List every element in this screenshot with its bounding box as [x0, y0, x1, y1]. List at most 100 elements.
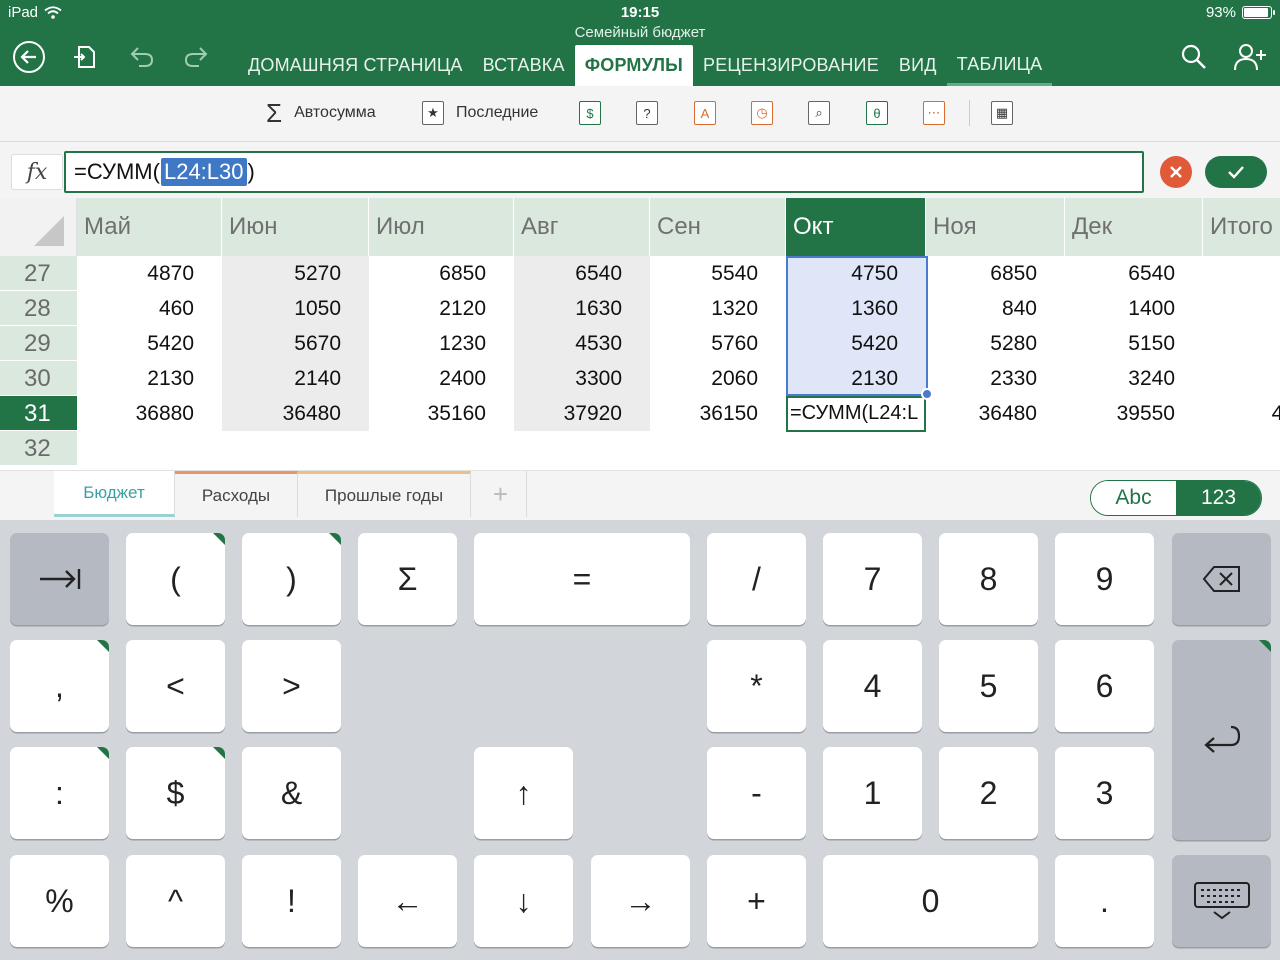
financial-functions-button[interactable]: $: [579, 98, 601, 128]
exclamation-key[interactable]: !: [242, 855, 341, 947]
row-header[interactable]: 27: [0, 256, 77, 291]
table-cell[interactable]: 4750: [786, 256, 926, 291]
column-header[interactable]: Июл: [369, 198, 514, 256]
text-functions-button[interactable]: A: [694, 98, 716, 128]
table-cell[interactable]: 460: [77, 291, 222, 326]
backspace-key[interactable]: [1172, 533, 1271, 625]
table-cell[interactable]: 6: [1203, 326, 1280, 361]
colon-key[interactable]: :: [10, 747, 109, 839]
key-9[interactable]: 9: [1055, 533, 1154, 625]
plus-key[interactable]: +: [707, 855, 806, 947]
table-cell[interactable]: 6850: [926, 256, 1065, 291]
table-cell[interactable]: 5540: [650, 256, 786, 291]
numeric-keyboard-button[interactable]: 123: [1176, 481, 1261, 515]
table-cell[interactable]: 6850: [369, 256, 514, 291]
datetime-functions-button[interactable]: ◷: [751, 98, 773, 128]
comma-key[interactable]: ,: [10, 640, 109, 732]
less-than-key[interactable]: <: [126, 640, 225, 732]
table-cell[interactable]: 5150: [1065, 326, 1203, 361]
key-7[interactable]: 7: [823, 533, 922, 625]
abc-keyboard-button[interactable]: Abc: [1091, 481, 1176, 515]
confirm-formula-button[interactable]: [1205, 156, 1267, 188]
table-cell[interactable]: 5280: [926, 326, 1065, 361]
table-cell[interactable]: 1050: [222, 291, 369, 326]
key-4[interactable]: 4: [823, 640, 922, 732]
autosum-button[interactable]: Σ Автосумма: [266, 98, 376, 128]
arrow-up-key[interactable]: ↑: [474, 747, 573, 839]
tab-4[interactable]: РЕЦЕНЗИРОВАНИЕ: [693, 45, 889, 86]
hide-keyboard-key[interactable]: [1172, 855, 1271, 947]
percent-key[interactable]: %: [10, 855, 109, 947]
table-cell[interactable]: 2130: [786, 361, 926, 396]
tab-5[interactable]: ВИД: [889, 45, 947, 86]
table-cell[interactable]: 2330: [926, 361, 1065, 396]
table-cell[interactable]: 6540: [514, 256, 650, 291]
multiply-key[interactable]: *: [707, 640, 806, 732]
sheet-tab-budget[interactable]: Бюджет: [54, 471, 175, 517]
table-cell[interactable]: 1: [1203, 291, 1280, 326]
row-header[interactable]: 28: [0, 291, 77, 326]
table-cell[interactable]: 3240: [1065, 361, 1203, 396]
dollar-key[interactable]: $: [126, 747, 225, 839]
table-cell[interactable]: 2140: [222, 361, 369, 396]
key-5[interactable]: 5: [939, 640, 1038, 732]
table-cell[interactable]: 3300: [514, 361, 650, 396]
decimal-key[interactable]: .: [1055, 855, 1154, 947]
column-header[interactable]: Дек: [1065, 198, 1203, 256]
more-functions-button[interactable]: ⋯: [923, 98, 945, 128]
table-cell[interactable]: 35160: [369, 396, 514, 431]
enter-key[interactable]: [1172, 640, 1271, 840]
file-button[interactable]: [66, 38, 104, 76]
formula-input[interactable]: =СУММ( L24:L30 ): [64, 151, 1144, 193]
greater-than-key[interactable]: >: [242, 640, 341, 732]
column-header[interactable]: Сен: [650, 198, 786, 256]
key-3[interactable]: 3: [1055, 747, 1154, 839]
sum-key[interactable]: Σ: [358, 533, 457, 625]
minus-key[interactable]: -: [707, 747, 806, 839]
table-cell[interactable]: 2400: [369, 361, 514, 396]
arrow-left-key[interactable]: ←: [358, 855, 457, 947]
cancel-formula-button[interactable]: [1160, 156, 1192, 188]
row-header[interactable]: 32: [0, 431, 77, 466]
column-header[interactable]: Июн: [222, 198, 369, 256]
column-header[interactable]: Май: [77, 198, 222, 256]
sheet-tab-past-years[interactable]: Прошлые годы: [298, 471, 471, 517]
left-paren-key[interactable]: (: [126, 533, 225, 625]
arrow-down-key[interactable]: ↓: [474, 855, 573, 947]
table-cell[interactable]: 6540: [1065, 256, 1203, 291]
table-cell[interactable]: 840: [926, 291, 1065, 326]
table-cell[interactable]: 37920: [514, 396, 650, 431]
editing-cell[interactable]: =СУММ(L24:L: [786, 396, 926, 432]
tab-6[interactable]: ТАБЛИЦА: [946, 45, 1053, 86]
key-1[interactable]: 1: [823, 747, 922, 839]
table-cell[interactable]: 5270: [222, 256, 369, 291]
table-cell[interactable]: 36150: [650, 396, 786, 431]
column-header[interactable]: Окт: [786, 198, 926, 256]
equals-key[interactable]: =: [474, 533, 690, 625]
table-cell[interactable]: 1400: [1065, 291, 1203, 326]
arrow-right-key[interactable]: →: [591, 855, 690, 947]
recent-functions-button[interactable]: ★ Последние: [422, 98, 538, 128]
table-cell[interactable]: 4530: [514, 326, 650, 361]
table-cell[interactable]: 1230: [369, 326, 514, 361]
ampersand-key[interactable]: &: [242, 747, 341, 839]
table-cell[interactable]: 1360: [786, 291, 926, 326]
key-2[interactable]: 2: [939, 747, 1038, 839]
table-cell[interactable]: 2: [1203, 361, 1280, 396]
back-button[interactable]: [10, 38, 48, 76]
right-paren-key[interactable]: ): [242, 533, 341, 625]
add-sheet-button[interactable]: +: [475, 471, 527, 517]
table-cell[interactable]: 5420: [786, 326, 926, 361]
table-cell[interactable]: 36480: [222, 396, 369, 431]
table-cell[interactable]: 5760: [650, 326, 786, 361]
table-cell[interactable]: 2120: [369, 291, 514, 326]
table-cell[interactable]: 1630: [514, 291, 650, 326]
undo-button[interactable]: [122, 38, 160, 76]
tab-1[interactable]: ДОМАШНЯЯ СТРАНИЦА: [238, 45, 473, 86]
row-header[interactable]: 30: [0, 361, 77, 396]
table-cell[interactable]: 1320: [650, 291, 786, 326]
math-functions-button[interactable]: θ: [866, 98, 888, 128]
sheet-tab-expenses[interactable]: Расходы: [175, 471, 298, 517]
key-6[interactable]: 6: [1055, 640, 1154, 732]
tab-2[interactable]: ВСТАВКА: [473, 45, 575, 86]
